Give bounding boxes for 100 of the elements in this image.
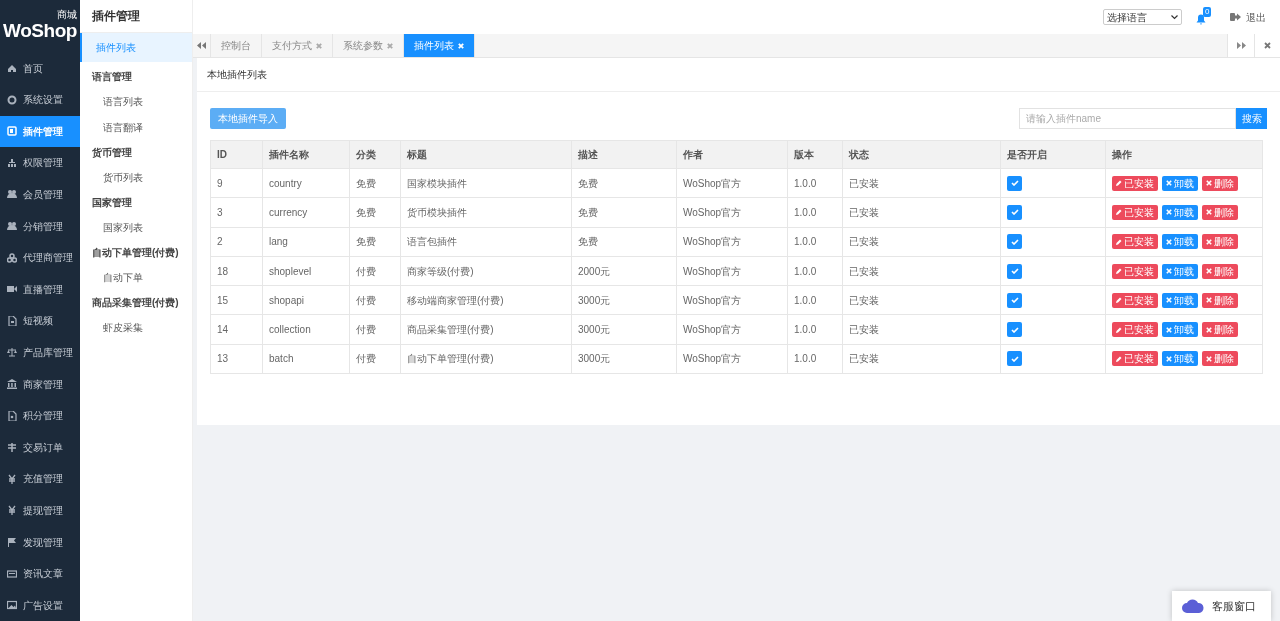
close-all-button[interactable] (1254, 34, 1280, 57)
column-header: 作者 (676, 140, 788, 169)
table-cell: 已安装 (842, 285, 1001, 315)
double-right-arrow-icon (1236, 42, 1246, 49)
table-cell: 2 (210, 227, 263, 257)
submenu-item[interactable]: 语言翻译 (80, 114, 192, 140)
table-cell: 3000元 (571, 285, 677, 315)
sidebar-item[interactable]: 产品库管理 (0, 336, 80, 369)
table-cell: 9 (210, 168, 263, 198)
table-cell: 1.0.0 (787, 344, 843, 374)
table-cell: 移动端商家管理(付费) (400, 285, 572, 315)
submenu-item[interactable]: 虾皮采集 (80, 314, 192, 340)
table-cell: WoShop官方 (676, 315, 788, 345)
video-camera-icon (7, 284, 17, 295)
close-icon (1206, 180, 1212, 187)
checkbox[interactable] (1007, 292, 1022, 308)
sidebar-item[interactable]: 积分管理 (0, 399, 80, 432)
logout-button[interactable]: 退出 (1230, 9, 1266, 25)
customer-service-widget[interactable]: 客服窗口 (1172, 591, 1271, 621)
sidebar-item[interactable]: 充值管理 (0, 463, 80, 495)
sidebar-item[interactable]: 首页 (0, 52, 80, 84)
sidebar-item[interactable]: 直播管理 (0, 273, 80, 306)
installed-button[interactable]: 已安装 (1112, 263, 1158, 279)
sidebar-item[interactable]: 广告设置 (0, 589, 80, 621)
language-select[interactable]: 选择语言 (1103, 9, 1182, 25)
checkbox[interactable] (1007, 263, 1022, 279)
installed-button[interactable]: 已安装 (1112, 322, 1158, 338)
close-icon (1166, 209, 1172, 216)
check-icon (1010, 268, 1019, 275)
bank-icon (7, 379, 17, 390)
table-cell: WoShop官方 (676, 344, 788, 374)
table-cell: country (262, 168, 350, 198)
table-cell: WoShop官方 (676, 227, 788, 257)
bell-icon (1196, 14, 1206, 25)
sidebar-item[interactable]: 商家管理 (0, 368, 80, 400)
table-cell: 商品采集管理(付费) (400, 315, 572, 345)
installed-button[interactable]: 已安装 (1112, 351, 1158, 367)
check-icon (1010, 326, 1019, 333)
submenu-item[interactable]: 国家列表 (80, 214, 192, 240)
installed-button[interactable]: 已安装 (1112, 234, 1158, 250)
check-icon (1010, 355, 1019, 362)
submenu-group-title[interactable]: 语言管理 (80, 64, 192, 88)
sidebar-item[interactable]: 分销管理 (0, 210, 80, 242)
checkbox[interactable] (1007, 234, 1022, 250)
table-cell: batch (262, 344, 350, 374)
delete-button[interactable]: 删除 (1202, 351, 1238, 367)
submenu-item[interactable]: 语言列表 (80, 88, 192, 114)
sidebar-item[interactable]: 会员管理 (0, 178, 80, 211)
checkbox[interactable] (1007, 351, 1022, 367)
submenu-item[interactable]: 货币列表 (80, 164, 192, 190)
chevron-down-icon (1171, 14, 1178, 20)
submenu-item[interactable]: 自动下单 (80, 264, 192, 290)
scroll-right-button[interactable] (1227, 34, 1254, 57)
submenu-group-title[interactable]: 商品采集管理(付费) (80, 290, 192, 314)
sidebar-item[interactable]: 资讯文章 (0, 557, 80, 590)
delete-button[interactable]: 删除 (1202, 263, 1238, 279)
table-cell: 1.0.0 (787, 168, 843, 198)
delete-button[interactable]: 删除 (1202, 204, 1238, 220)
submenu-group-title[interactable]: 货币管理 (80, 140, 192, 164)
close-icon (1264, 42, 1271, 49)
sidebar-item[interactable]: 交易订单 (0, 431, 80, 464)
sidebar-item[interactable]: 短视频 (0, 305, 80, 337)
column-header: 是否开启 (1000, 140, 1106, 169)
installed-button[interactable]: 已安装 (1112, 204, 1158, 220)
search-field[interactable]: 请输入插件name (1019, 108, 1236, 129)
table-cell: 免费 (349, 197, 401, 228)
installed-button[interactable]: 已安装 (1112, 175, 1158, 191)
delete-button[interactable]: 删除 (1202, 292, 1238, 308)
close-icon[interactable] (387, 42, 393, 49)
table-cell: 已安装 (842, 197, 1001, 228)
close-icon[interactable] (316, 42, 322, 49)
submenu-group-title[interactable]: 自动下单管理(付费) (80, 240, 192, 264)
table-cell: 免费 (571, 197, 677, 228)
sidebar-item[interactable]: 发现管理 (0, 526, 80, 558)
delete-button[interactable]: 删除 (1202, 234, 1238, 250)
tab[interactable]: 控制台 (211, 34, 262, 57)
home-icon (7, 63, 17, 74)
sidebar-item[interactable]: 系统设置 (0, 83, 80, 116)
tab[interactable]: 支付方式 (262, 34, 333, 57)
table-cell: 付费 (349, 344, 401, 374)
document-icon (7, 315, 17, 326)
close-icon (1166, 355, 1172, 362)
sidebar-item[interactable]: 提现管理 (0, 494, 80, 527)
sidebar-item[interactable]: 权限管理 (0, 147, 80, 179)
delete-button[interactable]: 删除 (1202, 175, 1238, 191)
sidebar-item[interactable]: 代理商管理 (0, 241, 80, 274)
users-icon (7, 189, 17, 200)
checkbox[interactable] (1007, 175, 1022, 191)
checkbox[interactable] (1007, 204, 1022, 220)
close-icon (1166, 180, 1172, 187)
submenu-group-title[interactable]: 国家管理 (80, 190, 192, 214)
checkbox[interactable] (1007, 322, 1022, 338)
table-cell: 18 (210, 256, 263, 286)
table-cell: 免费 (349, 168, 401, 198)
delete-button[interactable]: 删除 (1202, 322, 1238, 338)
check-icon (1010, 238, 1019, 245)
installed-button[interactable]: 已安装 (1112, 292, 1158, 308)
close-icon (1166, 326, 1172, 333)
close-icon (1206, 355, 1212, 362)
close-icon (1206, 326, 1212, 333)
